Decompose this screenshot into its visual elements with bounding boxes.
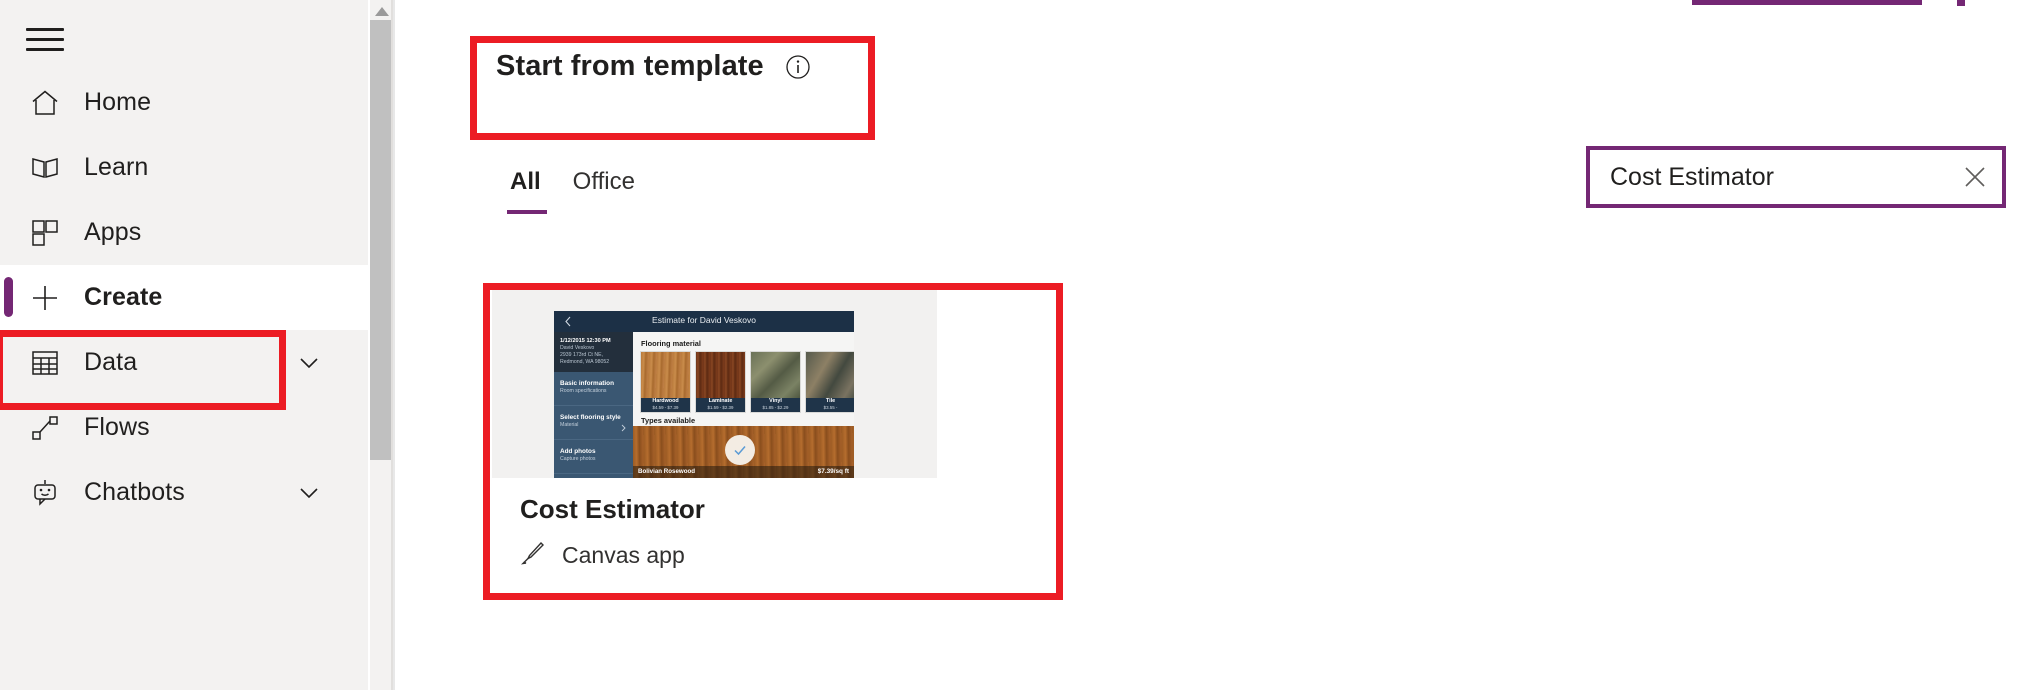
thumb-app-content: Flooring material Hardwood $4.59 - $7.39 <box>633 332 854 426</box>
hamburger-bar <box>26 38 64 41</box>
sidebar-item-label: Home <box>84 88 152 116</box>
thumb-material-price: $4.59 - $7.39 <box>652 405 679 411</box>
sidebar-item-data[interactable]: Data <box>0 330 368 395</box>
page-title: Start from template <box>496 50 764 82</box>
bot-icon <box>25 473 65 513</box>
thumb-nav-subtitle: Room specifications <box>560 388 607 394</box>
thumb-selected-photo: Bolivian Rosewood $7.39/sq ft <box>633 426 854 478</box>
template-card-body: Cost Estimator Canvas app <box>492 478 937 592</box>
sidebar-item-label: Flows <box>84 413 150 441</box>
thumb-material-name: Tile <box>825 398 836 404</box>
sidebar-item-label: Apps <box>84 218 142 246</box>
sidebar-item-apps[interactable]: Apps <box>0 200 368 265</box>
thumb-app-topbar: Estimate for David Veskovo <box>554 311 854 332</box>
thumb-swatch-caption: Hardwood $4.59 - $7.39 <box>641 398 690 412</box>
sidebar-item-home[interactable]: Home <box>0 70 368 135</box>
left-navigation-sidebar: Home Learn Apps Create Data Flows Chatbo… <box>0 0 368 690</box>
thumb-app-title: Estimate for David Veskovo <box>652 315 756 325</box>
top-right-purple-bar <box>1692 0 1922 5</box>
book-icon <box>25 148 65 188</box>
template-card-title: Cost Estimator <box>520 494 705 524</box>
app-screen: Home Learn Apps Create Data Flows Chatbo… <box>0 0 2025 690</box>
hamburger-bar <box>26 48 64 51</box>
chevron-down-icon[interactable] <box>296 350 322 376</box>
flow-icon <box>25 408 65 448</box>
vinyl-texture <box>751 352 800 398</box>
thumb-material-price: $1.85 - $2.29 <box>762 405 789 411</box>
thumb-material-swatch: Hardwood $4.59 - $7.39 <box>641 352 690 412</box>
sidebar-item-flows[interactable]: Flows <box>0 395 368 460</box>
chevron-down-icon[interactable] <box>296 480 322 506</box>
template-card-type-label: Canvas app <box>562 542 685 568</box>
close-icon[interactable] <box>1948 150 2002 204</box>
thumb-material-swatch: Vinyl $1.85 - $2.29 <box>751 352 800 412</box>
thumb-section-title: Flooring material <box>641 339 701 348</box>
sidebar-item-label: Chatbots <box>84 478 185 506</box>
apps-icon <box>25 213 65 253</box>
home-icon <box>25 83 65 123</box>
template-card-cost-estimator[interactable]: Estimate for David Veskovo 1/12/2015 12:… <box>492 288 937 592</box>
thumb-nav-row: Add photos Capture photos <box>554 440 633 474</box>
sidebar-item-label: Data <box>84 348 138 376</box>
sidebar-item-label: Create <box>84 283 163 311</box>
info-circle-icon[interactable] <box>784 53 812 81</box>
thumb-swatch-caption: Tile $3.55 - <box>806 398 854 412</box>
thumb-footer-price: $7.39/sq ft <box>817 467 849 475</box>
scroll-up-arrow-icon[interactable] <box>374 4 390 16</box>
template-search-box[interactable] <box>1586 146 2006 208</box>
thumb-material-price: $1.59 - $2.39 <box>707 405 734 411</box>
hamburger-menu-icon[interactable] <box>22 20 68 54</box>
top-right-purple-mark <box>1957 0 1965 6</box>
tab-office[interactable]: Office <box>557 168 651 214</box>
thumb-material-swatch: Tile $3.55 - <box>806 352 854 412</box>
template-filter-tabs: All Office <box>494 168 651 214</box>
thumb-photo-footer: Bolivian Rosewood $7.39/sq ft <box>633 466 854 478</box>
thumb-swatch-caption: Vinyl $1.85 - $2.29 <box>751 398 800 412</box>
thumb-section-title: Types available <box>641 416 696 425</box>
thumb-estimate-meta: 1/12/2015 12:30 PM David Veskovo 2939 17… <box>554 332 633 372</box>
sidebar-item-learn[interactable]: Learn <box>0 135 368 200</box>
hamburger-bar <box>26 28 64 31</box>
plus-icon <box>25 278 65 318</box>
thumb-nav-row: Select flooring style Material <box>554 406 633 440</box>
tab-all[interactable]: All <box>494 168 557 214</box>
thumb-material-price: $3.55 - <box>823 405 838 411</box>
sidebar-divider <box>393 0 395 690</box>
sidebar-scrollbar-thumb[interactable] <box>370 20 391 460</box>
thumb-nav-title: Basic information <box>560 380 614 387</box>
hardwood-texture <box>641 352 690 398</box>
table-icon <box>25 343 65 383</box>
chevron-right-icon <box>621 419 626 432</box>
thumb-meta-datetime: 1/12/2015 12:30 PM <box>560 338 611 344</box>
thumb-nav-title: Select flooring style <box>560 414 621 421</box>
search-input[interactable] <box>1590 150 1948 204</box>
thumb-material-name: Laminate <box>708 398 733 404</box>
thumbnail-app-preview: Estimate for David Veskovo 1/12/2015 12:… <box>554 311 854 478</box>
thumb-meta-address2: Redmond, WA 98052 <box>560 359 610 366</box>
thumb-meta-name: David Veskovo <box>560 345 595 351</box>
thumb-swatch-caption: Laminate $1.59 - $2.39 <box>696 398 745 412</box>
thumb-nav-title: Add photos <box>560 448 596 455</box>
template-thumbnail: Estimate for David Veskovo 1/12/2015 12:… <box>492 288 937 478</box>
thumb-material-swatch: Laminate $1.59 - $2.39 <box>696 352 745 412</box>
sidebar-item-create[interactable]: Create <box>0 265 368 330</box>
laminate-texture <box>696 352 745 398</box>
thumb-app-sidebar: 1/12/2015 12:30 PM David Veskovo 2939 17… <box>554 332 633 478</box>
template-card-type: Canvas app <box>520 540 685 571</box>
thumb-nav-subtitle: Material <box>560 422 579 428</box>
paintbrush-icon <box>520 540 546 571</box>
sidebar-item-chatbots[interactable]: Chatbots <box>0 460 368 525</box>
tile-texture <box>806 352 854 398</box>
thumb-material-name: Hardwood <box>652 398 679 404</box>
thumb-footer-name: Bolivian Rosewood <box>638 467 696 475</box>
check-icon <box>725 435 755 465</box>
main-content: Start from template All Office Cost Esti… <box>396 0 2025 690</box>
selection-indicator <box>4 277 13 317</box>
thumb-material-name: Vinyl <box>769 398 782 404</box>
thumb-meta-address1: 2939 173rd Ct NE, <box>560 352 603 359</box>
sidebar-item-label: Learn <box>84 153 149 181</box>
page-header: Start from template <box>496 50 812 83</box>
thumb-nav-row: Basic information Room specifications <box>554 372 633 406</box>
thumb-nav-subtitle: Capture photos <box>560 456 596 462</box>
